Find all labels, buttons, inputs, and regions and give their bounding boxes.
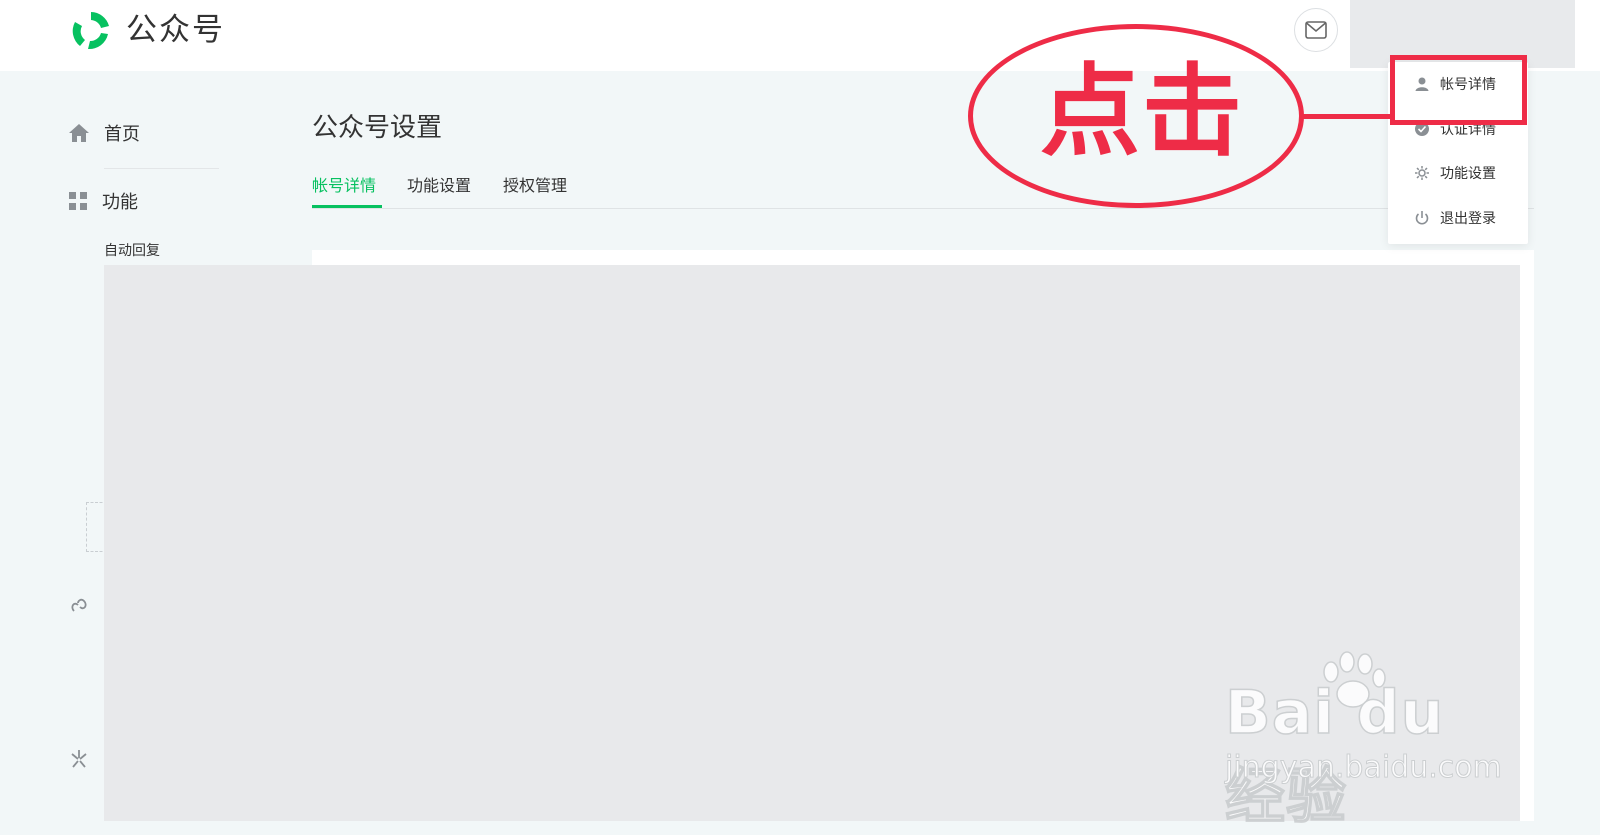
link-icon[interactable] <box>68 595 90 617</box>
sparkle-icon[interactable] <box>68 748 90 770</box>
active-tab-indicator <box>312 205 382 208</box>
top-bar: 公众号 <box>0 0 1600 71</box>
sidebar-subitem-auto-reply[interactable]: 自动回复 <box>104 240 160 260</box>
grid-icon <box>69 192 87 210</box>
mail-button[interactable] <box>1294 8 1338 52</box>
dropdown-item-label: 退出登录 <box>1440 211 1496 227</box>
mail-icon <box>1305 21 1327 39</box>
sidebar-divider <box>104 168 219 169</box>
dropdown-item-function-settings[interactable]: 功能设置 <box>1414 163 1496 183</box>
home-icon <box>69 124 89 142</box>
annotation-highlight-box <box>1390 55 1527 125</box>
annotation-connector-line <box>1300 114 1392 119</box>
power-icon <box>1415 211 1429 225</box>
baidu-jingyan-watermark: Bai du 经验 jingyan.baidu.com <box>1224 650 1525 833</box>
annotation-text: 点击 <box>1040 53 1244 170</box>
sidebar-item-function-label: 功能 <box>102 192 138 213</box>
sidebar-item-home[interactable]: 首页 <box>68 120 140 146</box>
settings-tabs: 帐号详情 功能设置 授权管理 <box>312 172 1534 209</box>
page-title: 公众号设置 <box>312 113 443 143</box>
sidebar-item-home-label: 首页 <box>104 124 140 145</box>
dropdown-item-label: 功能设置 <box>1440 166 1496 182</box>
gear-icon <box>1415 166 1429 180</box>
tab-authorization-management[interactable]: 授权管理 <box>503 174 567 198</box>
wechat-mp-logo-icon[interactable] <box>68 8 114 54</box>
brand-name[interactable]: 公众号 <box>126 8 225 52</box>
sidebar-item-function[interactable]: 功能 <box>68 188 138 214</box>
tab-function-settings[interactable]: 功能设置 <box>407 174 471 198</box>
tab-account-details[interactable]: 帐号详情 <box>312 174 376 198</box>
watermark-url: jingyan.baidu.com <box>1225 750 1503 786</box>
dropdown-item-logout[interactable]: 退出登录 <box>1414 208 1496 228</box>
